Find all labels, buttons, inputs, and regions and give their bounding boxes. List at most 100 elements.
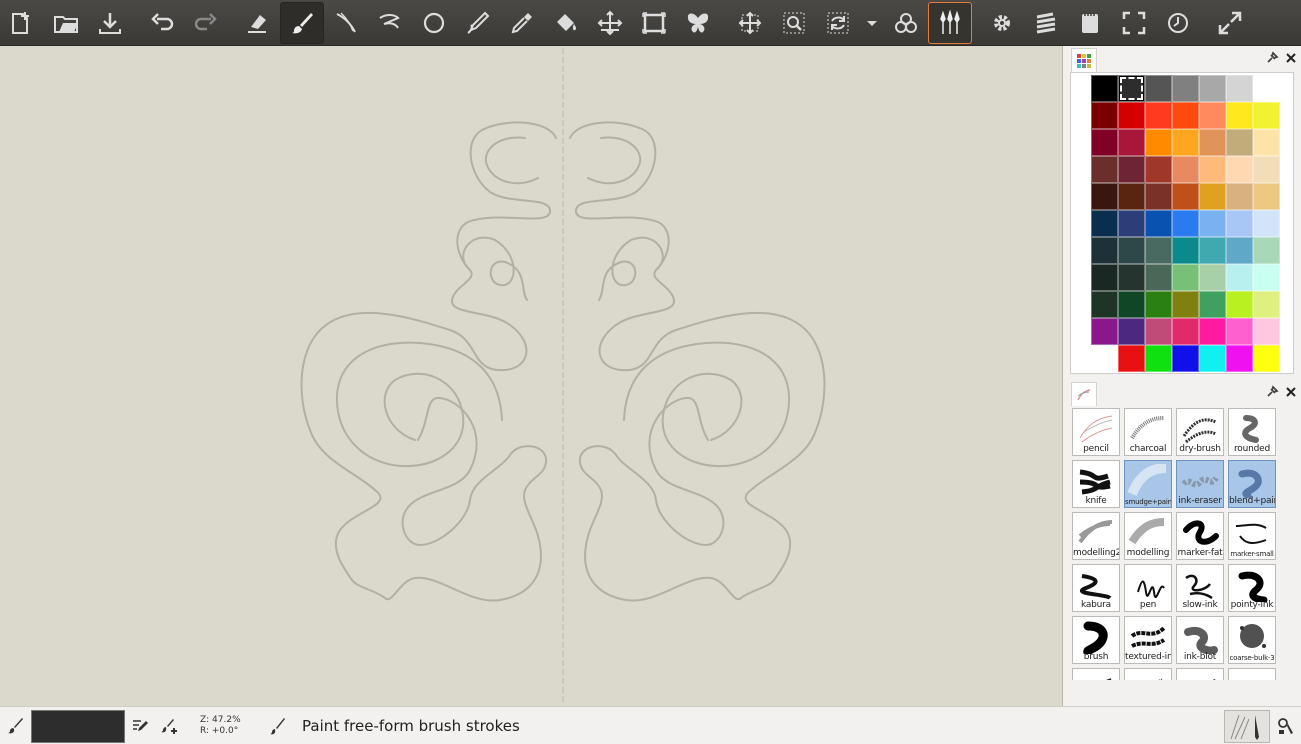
palette-swatch[interactable] xyxy=(1118,75,1145,102)
palette-tab[interactable] xyxy=(1071,48,1097,72)
palette-swatch[interactable] xyxy=(1226,264,1253,291)
palette-swatch[interactable] xyxy=(1118,156,1145,183)
flood-fill-tool[interactable] xyxy=(544,2,588,44)
palette-swatch[interactable] xyxy=(1091,210,1118,237)
palette-swatch[interactable] xyxy=(1145,156,1172,183)
palette-swatch[interactable] xyxy=(1172,291,1199,318)
palette-swatch[interactable] xyxy=(1091,345,1118,372)
palette-swatch[interactable] xyxy=(1226,102,1253,129)
palette-swatch[interactable] xyxy=(1145,183,1172,210)
palette-swatch[interactable] xyxy=(1091,102,1118,129)
brush-preset-charcoal[interactable]: charcoal xyxy=(1124,408,1172,456)
palette-swatch[interactable] xyxy=(1226,183,1253,210)
palette-swatch[interactable] xyxy=(1172,129,1199,156)
palette-swatch[interactable] xyxy=(1091,264,1118,291)
ellipses-tool[interactable] xyxy=(412,2,456,44)
palette-swatch[interactable] xyxy=(1253,291,1280,318)
edit-layer-tool[interactable] xyxy=(588,2,632,44)
pan-view-tool[interactable] xyxy=(728,2,772,44)
brush-preset-blend+paint[interactable]: blend+paint xyxy=(1228,460,1276,508)
palette-swatch[interactable] xyxy=(1253,156,1280,183)
brush-preset-pen[interactable]: pen xyxy=(1124,564,1172,612)
brush-groups-button[interactable] xyxy=(928,1,972,44)
symmetry-tool[interactable] xyxy=(676,2,720,44)
palette-swatch[interactable] xyxy=(1118,210,1145,237)
palette-close-button[interactable] xyxy=(1284,51,1298,65)
brush-preset-item[interactable] xyxy=(1072,668,1120,680)
brush-preview-button[interactable] xyxy=(1224,710,1270,743)
more-tools-dropdown[interactable] xyxy=(860,2,884,44)
brush-preset-coarse-bulk-3[interactable]: coarse-bulk-3 xyxy=(1228,616,1276,664)
palette-swatch[interactable] xyxy=(1118,183,1145,210)
zoom-view-tool[interactable] xyxy=(772,2,816,44)
palette-swatch[interactable] xyxy=(1145,102,1172,129)
palette-swatch[interactable] xyxy=(1199,237,1226,264)
save-document-button[interactable] xyxy=(88,2,132,44)
palette-swatch[interactable] xyxy=(1226,237,1253,264)
palette-swatch[interactable] xyxy=(1145,237,1172,264)
brush-preset-modelling[interactable]: modelling xyxy=(1124,512,1172,560)
brush-settings-button[interactable] xyxy=(6,716,26,736)
palette-swatch[interactable] xyxy=(1145,75,1172,102)
color-picker-tool[interactable] xyxy=(500,2,544,44)
scratchpad-button[interactable] xyxy=(1068,2,1112,44)
palette-swatch[interactable] xyxy=(1118,102,1145,129)
eraser-mode-button[interactable] xyxy=(236,2,280,44)
palette-swatch[interactable] xyxy=(1145,345,1172,372)
palette-swatch[interactable] xyxy=(1145,291,1172,318)
palette-swatch[interactable] xyxy=(1226,75,1253,102)
palette-swatch[interactable] xyxy=(1199,102,1226,129)
palette-swatch[interactable] xyxy=(1226,156,1253,183)
palette-swatch[interactable] xyxy=(1253,318,1280,345)
palette-swatch[interactable] xyxy=(1253,264,1280,291)
palette-swatch[interactable] xyxy=(1118,264,1145,291)
palette-swatch[interactable] xyxy=(1226,345,1253,372)
brush-preset-pointy-ink[interactable]: pointy-ink xyxy=(1228,564,1276,612)
add-brush-button[interactable] xyxy=(160,716,180,736)
fullscreen-button[interactable] xyxy=(1112,2,1156,44)
palette-swatch[interactable] xyxy=(1253,210,1280,237)
palette-swatch[interactable] xyxy=(1226,210,1253,237)
palette-swatch[interactable] xyxy=(1253,75,1280,102)
palette-swatch[interactable] xyxy=(1226,129,1253,156)
palette-swatch[interactable] xyxy=(1253,102,1280,129)
redo-button[interactable] xyxy=(184,2,228,44)
brush-preset-modelling2[interactable]: modelling2 xyxy=(1072,512,1120,560)
palette-swatch[interactable] xyxy=(1145,318,1172,345)
brush-preset-brush[interactable]: brush xyxy=(1072,616,1120,664)
palette-swatch[interactable] xyxy=(1172,75,1199,102)
palette-swatch[interactable] xyxy=(1172,237,1199,264)
palette-swatch[interactable] xyxy=(1199,264,1226,291)
brush-preset-pencil[interactable]: pencil xyxy=(1072,408,1120,456)
palette-swatch[interactable] xyxy=(1172,210,1199,237)
palette-swatch[interactable] xyxy=(1172,264,1199,291)
palette-options-button[interactable] xyxy=(1265,51,1279,65)
palette-swatch[interactable] xyxy=(1172,183,1199,210)
palette-swatch[interactable] xyxy=(1145,129,1172,156)
palette-swatch[interactable] xyxy=(1253,237,1280,264)
palette-swatch[interactable] xyxy=(1172,318,1199,345)
timer-button[interactable] xyxy=(1156,2,1200,44)
palette-swatch[interactable] xyxy=(1145,264,1172,291)
rotate-view-tool[interactable] xyxy=(816,2,860,44)
edit-brush-button[interactable] xyxy=(130,716,150,736)
brush-preset-marker-fat[interactable]: marker-fat xyxy=(1176,512,1224,560)
brushes-close-button[interactable] xyxy=(1284,385,1298,399)
palette-swatch[interactable] xyxy=(1118,237,1145,264)
palette-swatch[interactable] xyxy=(1199,183,1226,210)
palette-swatch[interactable] xyxy=(1145,210,1172,237)
palette-swatch[interactable] xyxy=(1253,129,1280,156)
brush-preset-item[interactable] xyxy=(1228,668,1276,680)
palette-swatch[interactable] xyxy=(1091,75,1118,102)
input-devices-button[interactable] xyxy=(1276,716,1296,736)
current-color-well[interactable] xyxy=(31,710,125,743)
palette-swatch[interactable] xyxy=(1199,291,1226,318)
palette-swatch[interactable] xyxy=(1199,129,1226,156)
brush-preset-dry-brush[interactable]: dry-brush xyxy=(1176,408,1224,456)
palette-swatch[interactable] xyxy=(1118,318,1145,345)
brush-preset-marker-small[interactable]: marker-small xyxy=(1228,512,1276,560)
brush-preset-item[interactable] xyxy=(1176,668,1224,680)
palette-swatch[interactable] xyxy=(1091,237,1118,264)
palette-swatch[interactable] xyxy=(1199,156,1226,183)
palette-swatch[interactable] xyxy=(1226,318,1253,345)
